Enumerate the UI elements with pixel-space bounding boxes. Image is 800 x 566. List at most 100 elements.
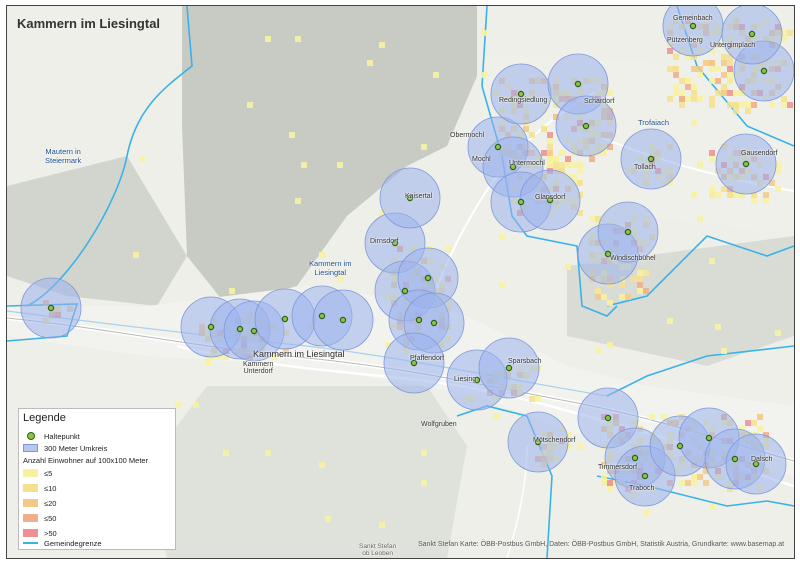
population-cell [649,414,655,420]
bus-stop[interactable] [731,455,739,463]
population-cell [529,396,535,402]
population-cell [769,102,775,108]
population-cell [727,78,733,84]
population-cell [643,288,649,294]
population-cell [265,450,271,456]
place-windischbuehel: Windischbühel [610,255,656,262]
bus-stop[interactable] [647,155,655,163]
population-cell [715,192,721,198]
population-cell [727,60,733,66]
map-credits: Sankt Stefan Karte: ÖBB-Postbus GmbH, Da… [418,541,785,548]
population-cell [565,264,571,270]
population-cell [775,330,781,336]
population-cell [721,54,727,60]
bus-stop[interactable] [760,67,768,75]
population-cell [697,66,703,72]
population-cell [709,66,715,72]
bus-stop[interactable] [582,122,590,130]
population-cell [325,516,331,522]
population-cell [709,186,715,192]
place-puetzenberg: Pützenberg [667,37,703,44]
place-kammern-upper: Kammern im Liesingtal [309,259,352,277]
population-cell [715,324,721,330]
population-cell [745,108,751,114]
population-cell [679,102,685,108]
population-cell [697,474,703,480]
bus-stop[interactable] [47,304,55,312]
place-mautern: Mautern in Steiermark [45,147,82,165]
population-cell [727,192,733,198]
population-cell [445,246,451,252]
population-cell [685,96,691,102]
population-cell [745,102,751,108]
population-cell [667,66,673,72]
place-timmersdorf: Timmersdorf [598,464,638,471]
place-untermochl: Untermochl [509,160,545,167]
bus-stop[interactable] [748,30,756,38]
bus-stop[interactable] [689,22,697,30]
bus-stop[interactable] [415,316,423,324]
bus-stop[interactable] [641,472,649,480]
bus-stop[interactable] [574,80,582,88]
mountain-relief-south [147,386,467,558]
bus-stop[interactable] [250,327,258,335]
population-cell [295,198,301,204]
bus-stop[interactable] [624,228,632,236]
population-cell [781,96,787,102]
population-cell [547,132,553,138]
bus-stop[interactable] [281,315,289,323]
bus-stop[interactable] [318,312,326,320]
population-cell [709,96,715,102]
population-cell [589,156,595,162]
bus-stop[interactable] [339,316,347,324]
place-kaisertal: Kaisertal [405,193,433,200]
population-cell [319,462,325,468]
population-cell [541,126,547,132]
bus-stop[interactable] [430,319,438,327]
bus-stop[interactable] [631,454,639,462]
population-cell [421,144,427,150]
bus-stop[interactable] [494,143,502,151]
population-cell [691,474,697,480]
bus-stop[interactable] [742,160,750,168]
place-redingsiedlung: Redingsiedlung [499,97,548,104]
bus-stop[interactable] [505,364,513,372]
population-cell [379,522,385,528]
bus-stop[interactable] [517,90,525,98]
bus-stop[interactable] [424,274,432,282]
place-kammern-town: Kammern im Liesingtal [253,349,345,359]
bus-stop[interactable] [401,287,409,295]
population-cell [499,282,505,288]
population-cell [301,162,307,168]
population-cell [379,42,385,48]
place-moetschendorf: Mötschendorf [533,437,576,444]
population-cell [295,36,301,42]
bus-stop[interactable] [604,414,612,422]
place-trofaiach: Trofaiach [638,118,669,127]
place-dirnsdorf: Dirnsdorf [370,238,399,245]
population-cell [691,90,697,96]
population-cell [709,258,715,264]
population-cell [421,450,427,456]
bus-stop[interactable] [207,323,215,331]
legend-pop-heading-label: Anzahl Einwohner auf 100x100 Meter [23,455,149,465]
population-cell [757,414,763,420]
bus-stop[interactable] [676,442,684,450]
population-cell [721,60,727,66]
bus-stop[interactable] [517,198,525,206]
population-cell [673,54,679,60]
population-cell [709,504,715,510]
population-cell [727,66,733,72]
population-cell [481,30,487,36]
population-cell [727,102,733,108]
population-cell [673,72,679,78]
bus-stop[interactable] [236,325,244,333]
legend-class-label: ≤5 [44,468,53,478]
population-cell [721,348,727,354]
population-cell [553,162,559,168]
place-traboch: Traboch [629,485,655,492]
population-cell [571,162,577,168]
bus-stop[interactable] [705,434,713,442]
legend-class-label: ≤10 [44,483,57,493]
place-gausendorf: Gausendorf [741,150,778,157]
